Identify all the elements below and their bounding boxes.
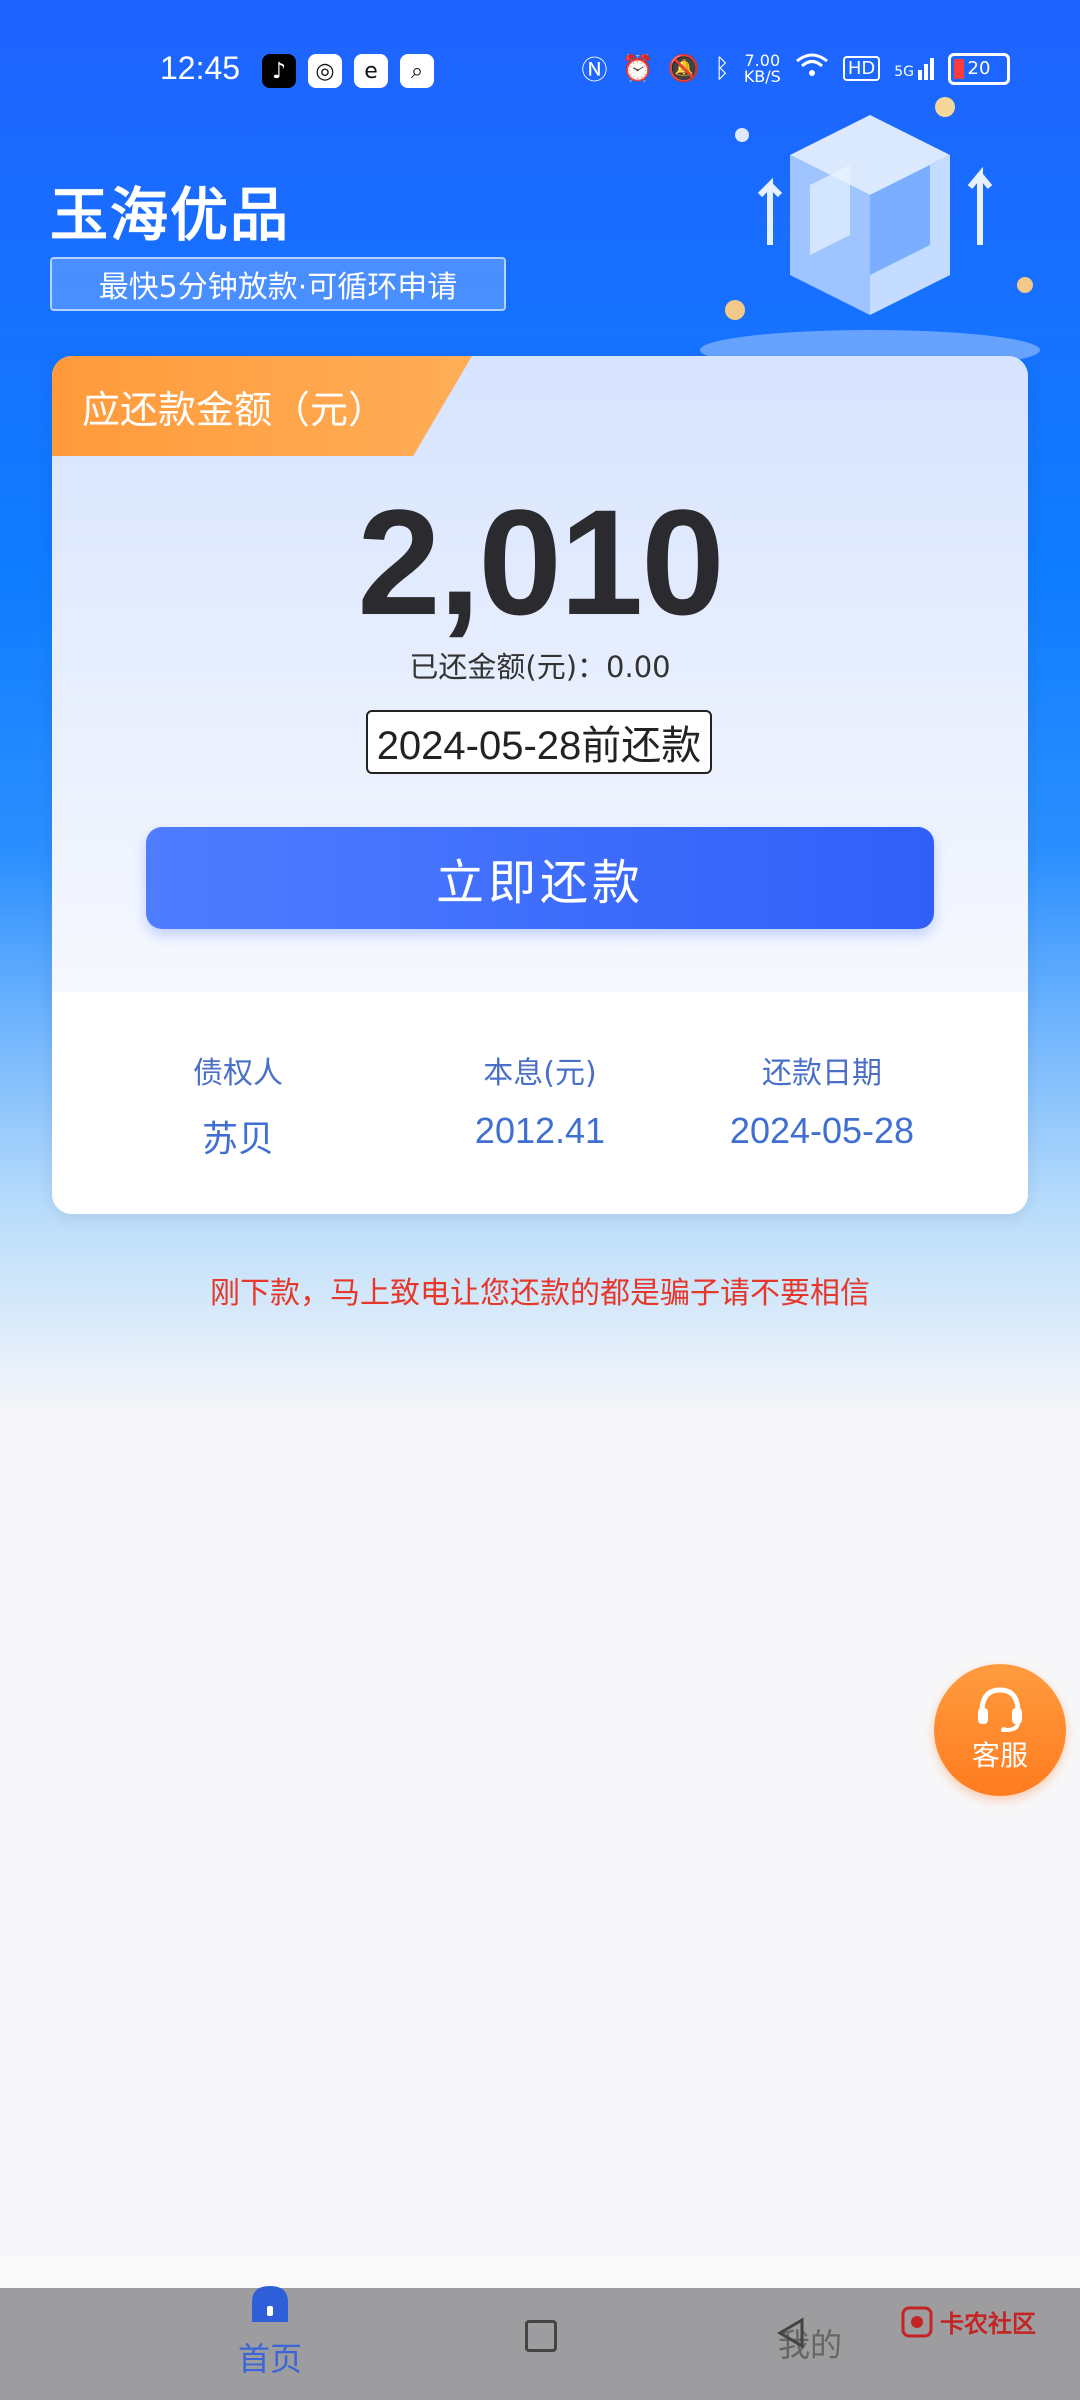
repayment-date-column: 还款日期 2024-05-28 [672,1048,972,1152]
status-time: 12:45 [160,50,241,86]
tiktok-icon: ♪ [262,54,296,88]
repay-now-button[interactable]: 立即还款 [146,827,934,929]
system-home-button[interactable] [525,2320,557,2352]
network-speed: 7.00 KB/S [743,50,781,86]
watermark-logo-icon [901,2306,933,2337]
repayment-date-label: 还款日期 [762,1056,882,1091]
scam-warning: 刚下款，马上致电让您还款的都是骗子请不要相信 [210,1276,870,1311]
wifi-icon [795,52,829,85]
nfc-icon: Ⓝ [581,56,608,86]
browser-icon: e [354,54,388,88]
bluetooth-icon: ᛒ [714,53,730,84]
headset-icon [978,1687,1022,1732]
brand-tagline: 最快5分钟放款·可循环申请 [50,257,506,311]
notification-icons: ♪ ◎ e ⌕ [262,54,434,88]
principal-interest-label: 本息(元) [483,1056,597,1091]
system-back-icon[interactable] [776,2316,806,2350]
cube-illustration [700,97,1040,360]
repayment-date-value: 2024-05-28 [729,1110,915,1151]
creditor-label: 债权人 [193,1056,283,1091]
principal-interest-column: 本息(元) 2012.41 [390,1048,690,1152]
hd-icon: HD [842,56,881,81]
watermark: 卡农社区 [900,2304,1036,2339]
brand-title: 玉海优品 [50,181,291,249]
home-icon [252,2286,288,2322]
customer-service-label: 客服 [971,1739,1028,1772]
alarm-icon: ⏰ [621,53,654,84]
due-date-badge: 2024-05-28前还款 [366,710,712,774]
amount-due-value: 2,010 [357,478,724,646]
repayment-card: 应还款金额（元） 2,010 已还金额(元)：0.00 2024-05-28前还… [52,356,1028,1214]
watermark-text: 卡农社区 [940,2310,1036,2338]
mute-icon: 🔕 [667,53,701,84]
principal-interest-value: 2012.41 [474,1110,606,1151]
tab-home[interactable]: 首页 [230,2282,310,2380]
search-app-icon: ⌕ [400,54,434,88]
signal-icon: 5G [894,57,934,80]
customer-service-button[interactable]: 客服 [934,1664,1066,1796]
creditor-column: 债权人 苏贝 [88,1048,388,1162]
loan-info-section: 债权人 苏贝 本息(元) 2012.41 还款日期 2024-05-28 [52,992,1028,1214]
system-status: Ⓝ ⏰ 🔕 ᛒ 7.00 KB/S HD 5G 20 [581,50,1010,87]
app-notification-icon: ◎ [308,54,342,88]
amount-due-ribbon: 应还款金额（元） [52,356,472,456]
creditor-value: 苏贝 [201,1118,274,1159]
paid-amount: 已还金额(元)：0.00 [409,650,671,684]
tab-home-label: 首页 [237,2340,302,2378]
battery-icon: 20 [948,52,1010,85]
